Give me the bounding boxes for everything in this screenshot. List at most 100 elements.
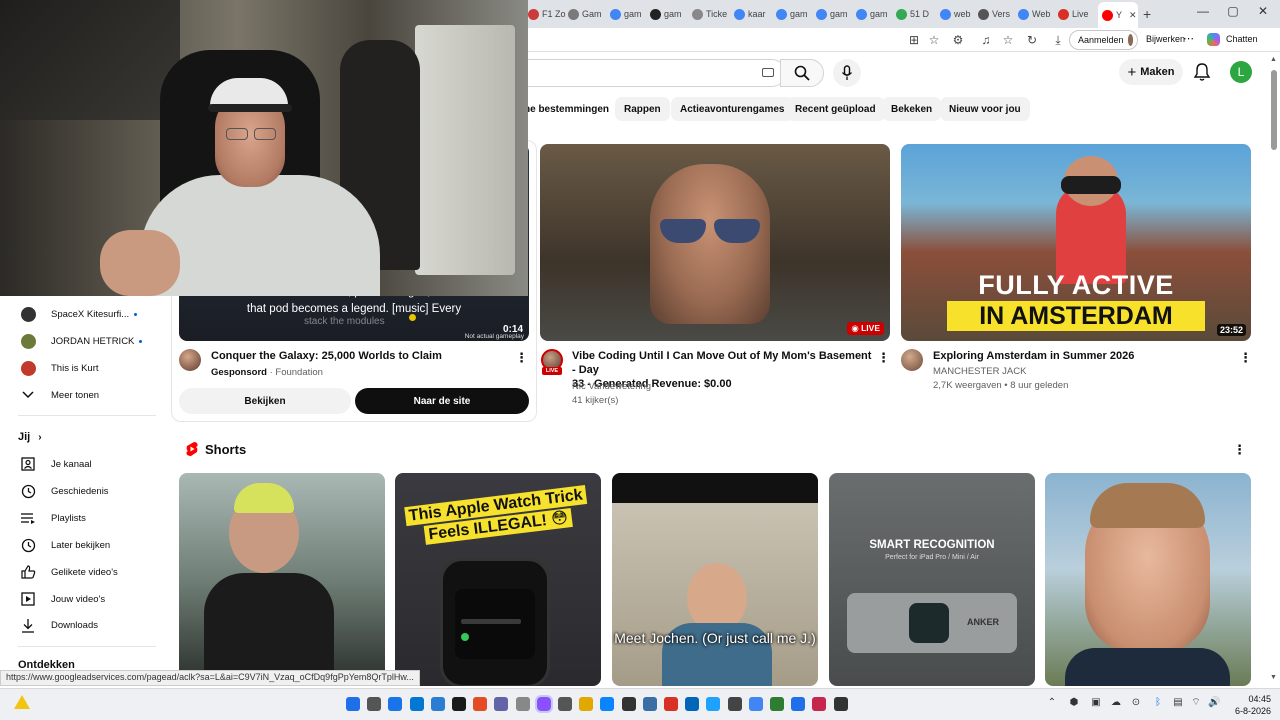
new-tab-button[interactable]: + xyxy=(1143,4,1151,24)
browser-tab[interactable]: gam xyxy=(856,4,896,24)
short-thumbnail-4[interactable]: SMART RECOGNITION Perfect for iPad Pro /… xyxy=(829,473,1035,686)
sidebar-subscription-jordan[interactable]: JORDAN HETRICK xyxy=(10,329,150,353)
short-thumbnail-1[interactable] xyxy=(179,473,385,686)
browser-tab[interactable]: Vers xyxy=(978,4,1016,24)
settings-icon[interactable] xyxy=(727,697,742,711)
tray-app-icon[interactable]: ☁ xyxy=(1110,697,1122,709)
network-icon[interactable]: ⌔ xyxy=(1190,697,1202,709)
app-icon[interactable] xyxy=(558,697,572,711)
filter-chip[interactable]: he bestemmingen xyxy=(515,97,618,121)
sidebar-item-history[interactable]: Geschiedenis xyxy=(10,479,150,503)
tray-chevron-icon[interactable]: ⌃ xyxy=(1046,697,1058,709)
music-icon[interactable]: ♫ xyxy=(978,32,994,48)
maximize-icon[interactable]: ▢ xyxy=(1218,4,1248,18)
app-icon[interactable] xyxy=(706,697,721,711)
bookmark-star-icon[interactable]: ☆ xyxy=(926,32,942,48)
minimize-icon[interactable]: — xyxy=(1188,4,1218,18)
app-icon[interactable] xyxy=(621,697,636,711)
notifications-bell-icon[interactable] xyxy=(1192,62,1212,82)
short-thumbnail-2[interactable]: This Apple Watch Trick Feels ILLEGAL! 😳 xyxy=(395,473,601,686)
scroll-up-icon[interactable]: ▲ xyxy=(1270,56,1277,63)
video-title-amsterdam[interactable]: Exploring Amsterdam in Summer 2026 xyxy=(933,349,1233,363)
vscode-icon[interactable] xyxy=(685,697,700,711)
sidebar-item-downloads[interactable]: Downloads xyxy=(10,613,150,637)
voice-search-button[interactable] xyxy=(833,59,861,87)
chrome-icon[interactable] xyxy=(748,697,763,711)
app-icon[interactable] xyxy=(452,697,466,711)
system-clock[interactable]: 04:45 6-8-2026 xyxy=(1227,693,1271,717)
video-thumbnail-amsterdam[interactable]: FULLY ACTIVE IN AMSTERDAM 23:52 xyxy=(901,144,1251,341)
start-menu-icon[interactable] xyxy=(346,697,360,711)
keyboard-icon[interactable] xyxy=(762,68,774,77)
word-icon[interactable] xyxy=(430,697,445,711)
app-icon[interactable] xyxy=(515,697,530,711)
account-avatar[interactable]: L xyxy=(1230,61,1252,83)
history-icon[interactable]: ↻ xyxy=(1024,32,1040,48)
app-icon[interactable] xyxy=(473,697,488,711)
update-button[interactable]: Bijwerken xyxy=(1146,34,1185,44)
create-button[interactable]: + Maken xyxy=(1119,59,1183,85)
short-thumbnail-3[interactable]: Meet Jochen. (Or just call me J.) xyxy=(612,473,818,686)
chat-button[interactable]: Chatten xyxy=(1226,34,1258,44)
browser-tab[interactable]: Live xyxy=(1058,4,1096,24)
video-more-icon[interactable]: ⋮ xyxy=(877,350,890,366)
sidebar-item-liked[interactable]: Gelikete video's xyxy=(10,560,150,584)
sidebar-subscription-spacex[interactable]: SpaceX Kitesurfi... xyxy=(10,302,150,326)
sidebar-show-more[interactable]: Meer tonen xyxy=(10,383,150,407)
page-scrollbar[interactable]: ▲ ▼ xyxy=(1270,56,1278,686)
browser-tab[interactable]: kaar xyxy=(734,4,774,24)
app-icon[interactable] xyxy=(770,697,784,711)
favorites-icon[interactable]: ☆ xyxy=(1000,32,1016,48)
sidebar-item-playlists[interactable]: Playlists xyxy=(10,506,150,530)
filter-chip[interactable]: Nieuw voor jou xyxy=(940,97,1030,121)
video-channel-avatar-vibe[interactable]: LIVE xyxy=(541,349,563,375)
shorts-more-icon[interactable]: ⋮ xyxy=(1233,442,1246,458)
media-player-icon[interactable] xyxy=(833,697,848,711)
video-channel-name[interactable]: MANCHESTER JACK xyxy=(933,365,1026,379)
scroll-down-icon[interactable]: ▼ xyxy=(1270,674,1277,681)
search-icon[interactable] xyxy=(367,697,382,711)
ad-channel-avatar[interactable] xyxy=(179,349,201,371)
scrollbar-thumb[interactable] xyxy=(1271,70,1277,150)
app-icon[interactable] xyxy=(812,697,827,711)
volume-icon[interactable]: 🔊 xyxy=(1208,697,1220,709)
filter-chip[interactable]: Recent geüpload xyxy=(786,97,885,121)
ad-title[interactable]: Conquer the Galaxy: 25,000 Worlds to Cla… xyxy=(211,349,511,363)
search-button[interactable] xyxy=(780,59,824,87)
close-window-icon[interactable]: ✕ xyxy=(1248,4,1278,18)
browser-tab[interactable]: F1 Zo xyxy=(528,4,566,24)
app-icon[interactable] xyxy=(600,697,615,711)
video-channel-name[interactable]: Nic Vandewetering xyxy=(572,380,651,394)
browser-tab[interactable]: web xyxy=(940,4,976,24)
video-more-icon[interactable]: ⋮ xyxy=(1239,350,1252,366)
sidebar-subscription-kurt[interactable]: This is Kurt xyxy=(10,356,150,380)
browser-tab[interactable]: gam xyxy=(650,4,690,24)
app-icon[interactable] xyxy=(664,697,678,711)
tray-app-icon[interactable]: ▤ xyxy=(1172,697,1184,709)
tray-app-icon[interactable]: ⊙ xyxy=(1130,697,1142,709)
filter-chip[interactable]: Rappen xyxy=(615,97,670,121)
filter-chip[interactable]: Actieavonturengames xyxy=(671,97,794,121)
app-icon[interactable] xyxy=(642,697,657,711)
sidebar-item-channel[interactable]: Je kanaal xyxy=(10,452,150,476)
tray-app-icon[interactable]: ⬢ xyxy=(1068,697,1080,709)
apps-icon[interactable]: ⊞ xyxy=(906,32,922,48)
tray-app-icon[interactable]: ▣ xyxy=(1090,697,1102,709)
video-thumbnail-vibe-coding[interactable]: ◉ LIVE xyxy=(540,144,890,341)
file-explorer-icon[interactable] xyxy=(579,697,594,711)
sidebar-item-your-videos[interactable]: Jouw video's xyxy=(10,587,150,611)
browser-tab[interactable]: gam xyxy=(776,4,814,24)
search-input[interactable] xyxy=(526,59,786,87)
browser-tab[interactable]: gam xyxy=(816,4,854,24)
download-icon[interactable]: ⤓ xyxy=(1050,32,1066,48)
app-icon[interactable] xyxy=(791,697,806,711)
browser-tab[interactable]: Ticke xyxy=(692,4,732,24)
sidebar-you-heading[interactable]: Jij › xyxy=(18,431,42,443)
app-icon[interactable] xyxy=(534,695,553,713)
outlook-icon[interactable] xyxy=(409,697,424,711)
ad-visit-site-button[interactable]: Naar de site xyxy=(355,388,529,414)
sidebar-item-watch-later[interactable]: Later bekijken xyxy=(10,533,150,557)
browser-tab[interactable]: Y ✕ xyxy=(1098,2,1138,28)
sign-in-button[interactable]: Aanmelden xyxy=(1069,30,1138,50)
warning-icon[interactable] xyxy=(14,695,30,709)
